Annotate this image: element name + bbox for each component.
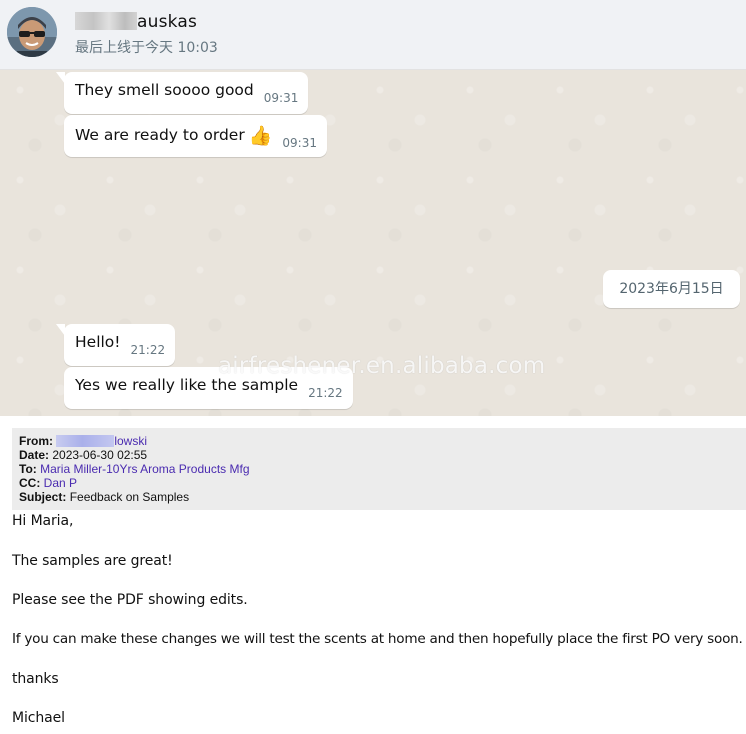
email-body-line: Please see the PDF showing edits. — [12, 592, 248, 608]
message-text: They smell soooo good — [75, 81, 254, 99]
message-text: We are ready to order — [75, 126, 245, 144]
email-body-line: Michael — [12, 710, 65, 726]
date-value: 2023-06-30 02:55 — [52, 448, 148, 462]
watermark: airfreshener.en.alibaba.com — [218, 353, 546, 379]
message-bubble[interactable]: Hello! 21:22 — [55, 324, 176, 366]
email-to-row: To: Maria Miller-10Yrs Aroma Products Mf… — [19, 462, 746, 476]
message-text: Hello! — [75, 333, 121, 351]
contact-avatar[interactable] — [7, 7, 57, 57]
last-seen-status: 最后上线于今天 10:03 — [75, 40, 218, 56]
email-header: From: lowski Date: 2023-06-30 02:55 To: … — [12, 428, 746, 510]
email-date-row: Date: 2023-06-30 02:55 — [19, 448, 746, 462]
email-from-row: From: lowski — [19, 434, 746, 448]
to-value[interactable]: Maria Miller-10Yrs Aroma Products Mfg — [40, 462, 249, 476]
contact-name-text: auskas — [137, 12, 198, 32]
contact-name[interactable]: auskas — [75, 12, 197, 32]
email-subject-row: Subject: Feedback on Samples — [19, 490, 746, 504]
message-bubble[interactable]: We are ready to order 👍 09:31 — [64, 115, 327, 157]
to-label: To: — [19, 462, 37, 476]
subject-value: Feedback on Samples — [69, 490, 190, 504]
message-time: 21:22 — [308, 386, 343, 400]
subject-label: Subject: — [19, 490, 67, 504]
chat-header: auskas 最后上线于今天 10:03 — [0, 0, 746, 70]
date-label: Date: — [19, 448, 50, 462]
email-body-line: If you can make these changes we will te… — [12, 631, 743, 647]
cc-label: CC: — [19, 476, 41, 490]
email-body-line: Hi Maria, — [12, 513, 74, 529]
thumbs-up-icon: 👍 — [248, 125, 273, 147]
email-body-line: thanks — [12, 671, 59, 687]
message-bubble[interactable]: They smell soooo good 09:31 — [55, 72, 309, 114]
redacted-name-block — [75, 12, 137, 30]
date-separator: 2023年6月15日 — [603, 270, 740, 308]
email-body-line: The samples are great! — [12, 553, 173, 569]
redacted-sender-block — [56, 435, 115, 447]
avatar-photo-icon — [7, 7, 57, 57]
email-cc-row: CC: Dan P — [19, 476, 746, 490]
from-value[interactable]: lowski — [114, 434, 147, 448]
message-time: 21:22 — [130, 343, 166, 357]
cc-value[interactable]: Dan P — [44, 476, 77, 490]
message-time: 09:31 — [282, 136, 317, 150]
from-label: From: — [19, 434, 53, 448]
message-time: 09:31 — [263, 91, 299, 105]
